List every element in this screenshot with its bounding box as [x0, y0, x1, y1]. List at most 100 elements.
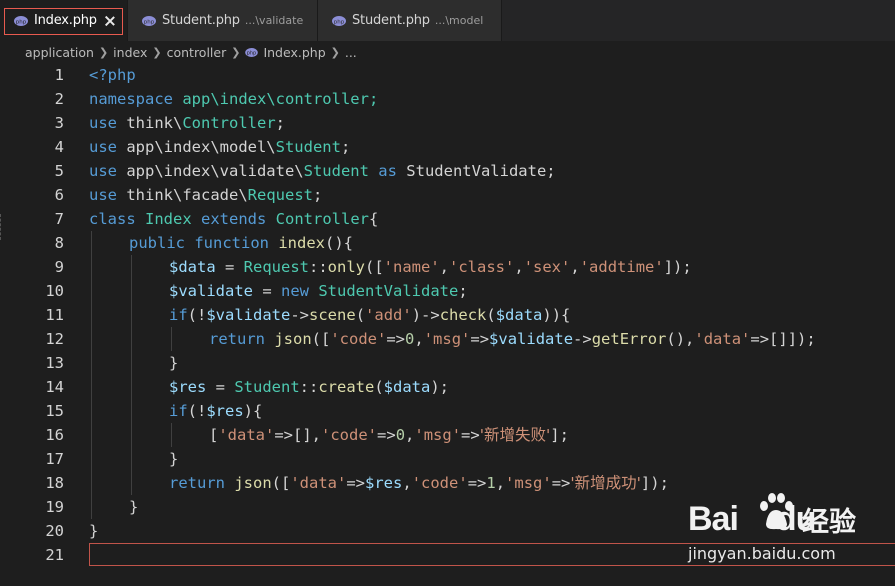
token: =>	[470, 330, 490, 348]
token: create	[318, 378, 375, 396]
token: ->	[290, 306, 310, 324]
token: =>	[551, 474, 571, 492]
token: ];	[550, 426, 569, 444]
breadcrumb: application ❯ index ❯ controller ❯ php I…	[0, 41, 895, 63]
token: if	[169, 402, 188, 420]
token: $validate	[169, 282, 253, 300]
token: (	[374, 378, 384, 396]
code-line: public function index(){	[129, 231, 353, 255]
token: return	[169, 474, 225, 492]
watermark-brand-part: Bai	[688, 500, 739, 538]
token: }	[169, 450, 179, 468]
line-number: 7	[54, 210, 64, 228]
tab-path-hint: ...\model	[434, 14, 484, 27]
tab-student-validate[interactable]: php Student.php ...\validate	[128, 0, 318, 41]
php-elephant-icon: php	[245, 47, 259, 57]
close-icon[interactable]	[105, 16, 115, 26]
token: index	[269, 234, 325, 252]
line-number: 10	[45, 282, 64, 300]
token: 'data'	[290, 474, 347, 492]
token: 'msg'	[414, 426, 462, 444]
token: Index	[135, 210, 192, 228]
breadcrumb-item[interactable]: Index.php	[263, 45, 325, 60]
code-line: $validate = new StudentValidate;	[169, 279, 468, 303]
line-number: 5	[54, 162, 64, 180]
token: ;	[312, 186, 323, 204]
indent-guide	[171, 327, 172, 351]
token: ,	[402, 474, 412, 492]
line-number: 14	[45, 378, 64, 396]
token: 'name'	[383, 258, 440, 276]
token: ;	[340, 138, 351, 156]
code-line: use app\index\model\Student;	[89, 135, 350, 159]
watermark-jingyan: 经验	[802, 507, 856, 538]
line-number: 3	[54, 114, 64, 132]
token: function	[185, 234, 269, 252]
breadcrumb-item[interactable]: application	[25, 45, 94, 60]
token: Student	[234, 378, 300, 396]
token: =>	[346, 474, 366, 492]
token: (!	[187, 306, 207, 324]
token: app\index\validate\	[117, 162, 304, 180]
token: 'add'	[365, 306, 412, 324]
token: )){	[542, 306, 571, 324]
line-number: 16	[45, 426, 64, 444]
svg-text:php: php	[334, 19, 345, 25]
token: =>	[386, 330, 406, 348]
token: 'addtime'	[579, 258, 664, 276]
token: use	[89, 162, 117, 180]
token: getError	[591, 330, 667, 348]
breadcrumb-item[interactable]: controller	[167, 45, 227, 60]
token: Controller	[182, 114, 276, 132]
token: 'data'	[694, 330, 751, 348]
token: '新增成功'	[570, 474, 641, 492]
token: StudentValidate;	[396, 162, 556, 180]
code-line: }	[89, 519, 98, 543]
token: (	[355, 306, 366, 324]
token: ;	[275, 114, 285, 132]
token: =>	[461, 426, 480, 444]
tab-label: Student.php	[352, 13, 430, 28]
indent-guide	[171, 423, 172, 447]
line-number: 11	[45, 306, 64, 324]
token: =>[]]);	[750, 330, 816, 348]
chevron-right-icon: ❯	[330, 45, 340, 59]
token: =	[206, 378, 235, 396]
token: $data	[383, 378, 431, 396]
line-number: 17	[45, 450, 64, 468]
breadcrumb-item[interactable]: ...	[345, 45, 357, 60]
tab-bar: php Index.php php Student.php ...\valida…	[0, 0, 895, 41]
breadcrumb-item[interactable]: index	[113, 45, 147, 60]
token: [	[209, 426, 219, 444]
token: }	[89, 522, 99, 540]
token: 'class'	[449, 258, 515, 276]
token: think\facade\	[117, 186, 248, 204]
token: scene	[309, 306, 356, 324]
tab-index-php[interactable]: php Index.php	[0, 0, 128, 41]
token: (){	[325, 234, 353, 252]
tab-student-model[interactable]: php Student.php ...\model	[318, 0, 502, 41]
token: public	[129, 234, 185, 252]
token: Controller	[266, 210, 369, 228]
token: =>	[467, 474, 487, 492]
token: think\	[117, 114, 183, 132]
svg-text:php: php	[247, 50, 256, 56]
code-line: namespace app\index\controller;	[89, 87, 378, 111]
chevron-right-icon: ❯	[98, 45, 109, 59]
token: ,	[405, 426, 415, 444]
token: 1	[486, 474, 496, 492]
token: ){	[243, 402, 263, 420]
chevron-right-icon: ❯	[152, 45, 162, 59]
token: $validate	[489, 330, 574, 348]
line-number: 12	[45, 330, 64, 348]
token: (!	[187, 402, 207, 420]
line-number: 21	[45, 546, 64, 564]
token: app\index\controller;	[173, 90, 379, 108]
code-line: }	[129, 495, 138, 519]
token: ,	[495, 474, 506, 492]
token: 'code'	[330, 330, 387, 348]
code-line: if(!$validate->scene('add')->check($data…	[169, 303, 570, 327]
code-line: ['data'=>[],'code'=>0,'msg'=>'新增失败'];	[209, 423, 569, 447]
token: '新增失败'	[479, 426, 551, 444]
token: class	[89, 210, 136, 228]
